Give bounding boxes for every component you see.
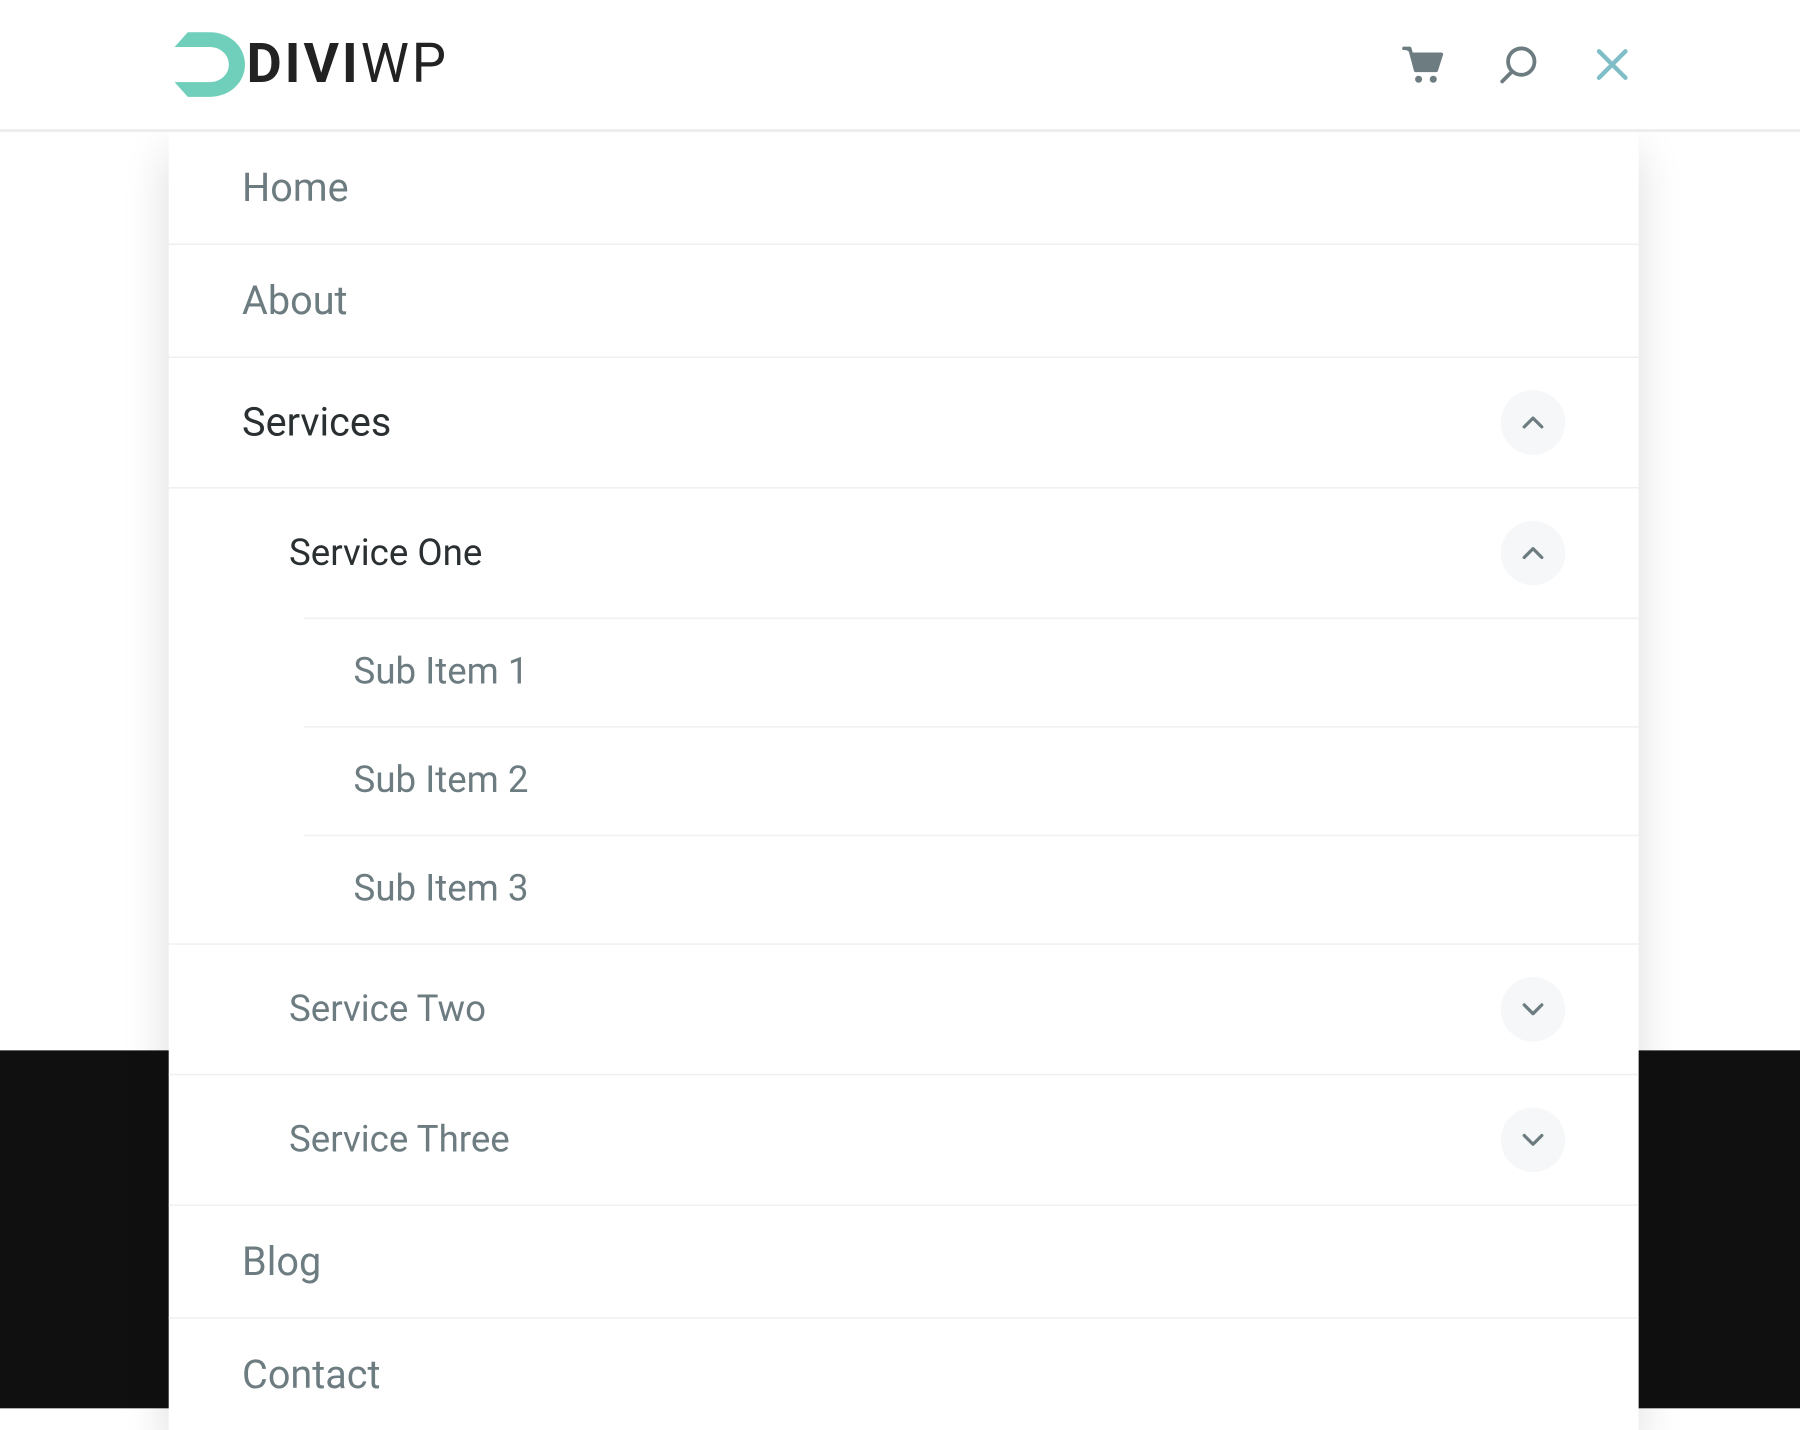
- service-one-subitems: Sub Item 1 Sub Item 2 Sub Item 3: [304, 618, 1639, 944]
- menu-label-service-two: Service Two: [289, 988, 486, 1031]
- collapse-services-button[interactable]: [1501, 390, 1566, 455]
- mobile-menu-panel: Home About Services Service One: [169, 132, 1639, 1430]
- menu-label-home: Home: [242, 164, 349, 211]
- menu-item-sub-1[interactable]: Sub Item 1: [304, 618, 1639, 727]
- close-icon: [1592, 44, 1633, 85]
- collapse-service-one-button[interactable]: [1501, 521, 1566, 586]
- page-root: DIVIWP: [0, 0, 1800, 1408]
- menu-label-sub-3: Sub Item 3: [354, 868, 529, 911]
- close-menu-button[interactable]: [1586, 38, 1639, 91]
- search-icon: [1498, 44, 1539, 85]
- chevron-down-icon: [1521, 1133, 1544, 1148]
- brand-text-divi: DIVI: [246, 33, 360, 96]
- menu-label-service-one: Service One: [289, 532, 482, 575]
- cart-button[interactable]: [1395, 38, 1451, 91]
- menu-label-service-three: Service Three: [289, 1119, 510, 1162]
- brand-text: DIVIWP: [246, 33, 449, 96]
- expand-service-three-button[interactable]: [1501, 1108, 1566, 1173]
- logo-mark-icon: [169, 23, 250, 105]
- header-bar: DIVIWP: [0, 0, 1800, 132]
- menu-label-blog: Blog: [242, 1238, 321, 1285]
- menu-item-home[interactable]: Home: [169, 132, 1639, 243]
- menu-item-services[interactable]: Services: [169, 356, 1639, 487]
- menu-item-service-one[interactable]: Service One: [169, 487, 1639, 618]
- chevron-up-icon: [1521, 546, 1544, 561]
- cart-icon: [1401, 44, 1445, 85]
- menu-item-service-two[interactable]: Service Two: [169, 943, 1639, 1074]
- menu-label-sub-1: Sub Item 1: [354, 651, 529, 694]
- menu-label-services: Services: [242, 399, 391, 446]
- menu-label-sub-2: Sub Item 2: [354, 760, 529, 803]
- menu-item-contact[interactable]: Contact: [169, 1317, 1639, 1430]
- menu-item-sub-2[interactable]: Sub Item 2: [304, 726, 1639, 835]
- menu-item-blog[interactable]: Blog: [169, 1204, 1639, 1317]
- header-icon-group: [1395, 38, 1639, 91]
- menu-label-contact: Contact: [242, 1351, 380, 1398]
- menu-item-sub-3[interactable]: Sub Item 3: [304, 835, 1639, 944]
- menu-item-service-three[interactable]: Service Three: [169, 1074, 1639, 1205]
- brand-logo[interactable]: DIVIWP: [169, 23, 449, 105]
- chevron-up-icon: [1521, 415, 1544, 430]
- brand-text-wp: WP: [361, 33, 449, 96]
- menu-label-about: About: [242, 277, 347, 324]
- expand-service-two-button[interactable]: [1501, 977, 1566, 1042]
- menu-item-about[interactable]: About: [169, 244, 1639, 357]
- search-button[interactable]: [1492, 38, 1545, 91]
- chevron-down-icon: [1521, 1002, 1544, 1017]
